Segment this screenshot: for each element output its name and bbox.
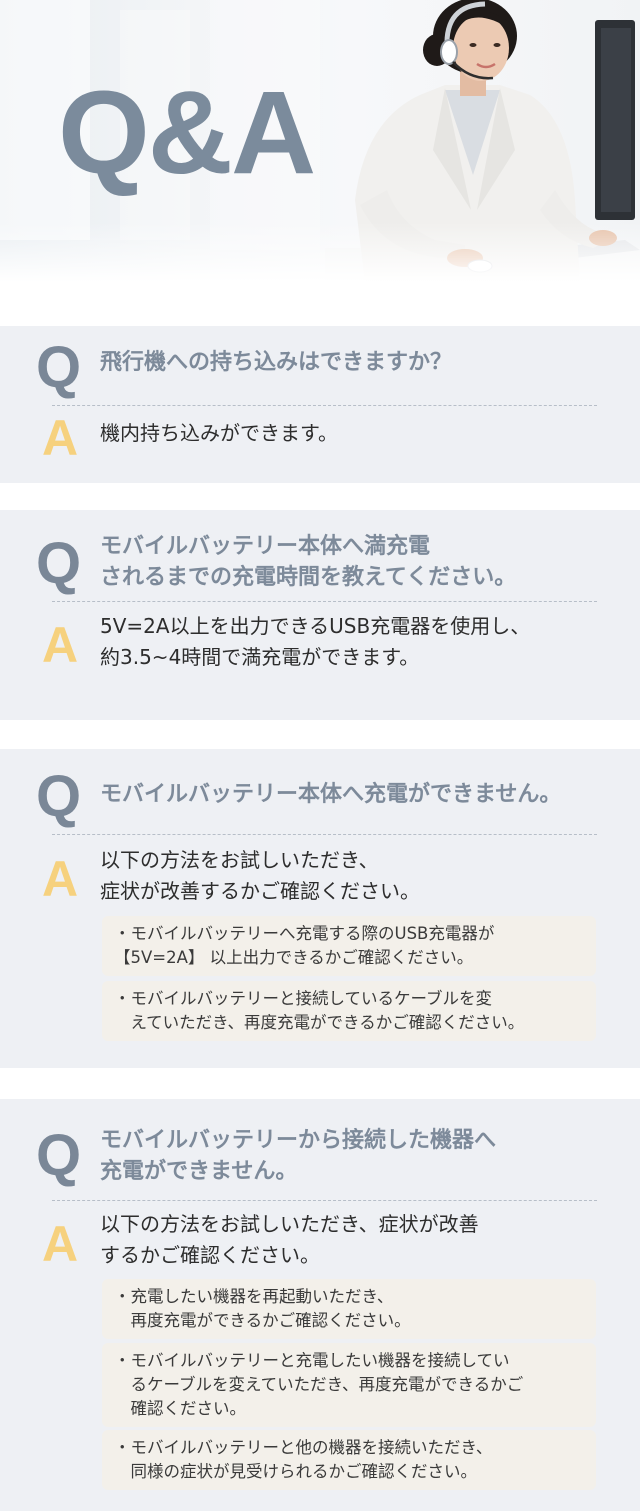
a-mark: A (42, 617, 79, 673)
answer-line: 機内持ち込みができます。 (100, 421, 338, 445)
note-box: ・モバイルバッテリーへ充電する際のUSB充電器が 【5V=2A】 以上出力できる… (102, 916, 596, 976)
note-box: ・モバイルバッテリーと接続しているケーブルを変 えていただき、再度充電ができるか… (102, 981, 596, 1041)
note-line: 【5V=2A】 以上出力できるかご確認ください。 (114, 948, 474, 967)
question-text: 飛行機への持ち込みはできますか？ (100, 347, 452, 378)
q-mark: Q (36, 764, 82, 829)
answer-text: 機内持ち込みができます。 (100, 418, 338, 449)
note-line: 再度充電ができるかご確認ください。 (114, 1311, 411, 1330)
question-line: モバイルバッテリーから接続した機器へ (100, 1128, 497, 1153)
answer-line: 以下の方法をお試しいただき、症状が改善 (100, 1212, 479, 1236)
a-mark: A (42, 1216, 79, 1272)
question-text: モバイルバッテリーから接続した機器へ 充電ができません。 (100, 1125, 496, 1187)
page-title: Q&A (58, 67, 316, 199)
note-line: ・モバイルバッテリーと接続しているケーブルを変 (114, 989, 493, 1008)
answer-text: 以下の方法をお試しいただき、 症状が改善するかご確認ください。 (100, 845, 420, 907)
question-line: モバイルバッテリー本体へ満充電 (100, 534, 431, 559)
q-mark: Q (36, 531, 82, 596)
a-mark: A (42, 410, 79, 466)
q-mark: Q (36, 1123, 82, 1188)
note-box: ・モバイルバッテリーと他の機器を接続いただき、 同様の症状が見受けられるかご確認… (102, 1430, 596, 1490)
faq-item: Q モバイルバッテリー本体へ満充電 されるまでの充電時間を教えてください。 A … (0, 510, 640, 720)
note-line: えていただき、再度充電ができるかご確認ください。 (114, 1013, 525, 1032)
question-line: されるまでの充電時間を教えてください。 (100, 565, 517, 590)
divider (52, 601, 597, 602)
faq-item: Q 飛行機への持ち込みはできますか？ A 機内持ち込みができます。 (0, 326, 640, 483)
hero-fade (0, 222, 640, 282)
note-line: るケーブルを変えていただき、再度充電ができるかご (114, 1375, 524, 1394)
note-box: ・充電したい機器を再起動いただき、 再度充電ができるかご確認ください。 (102, 1279, 596, 1339)
divider (52, 405, 597, 406)
hero-banner: Q&A (0, 0, 640, 282)
answer-line: 症状が改善するかご確認ください。 (100, 879, 420, 903)
question-text: モバイルバッテリー本体へ満充電 されるまでの充電時間を教えてください。 (100, 531, 516, 593)
divider (52, 834, 597, 835)
question-line: 飛行機への持ち込みはできますか？ (100, 350, 453, 375)
note-line: ・モバイルバッテリーと充電したい機器を接続してい (114, 1351, 510, 1370)
faq-item: Q モバイルバッテリーから接続した機器へ 充電ができません。 A 以下の方法をお… (0, 1099, 640, 1511)
question-text: モバイルバッテリー本体へ充電ができません。 (100, 779, 561, 810)
note-line: 確認ください。 (114, 1399, 247, 1418)
a-mark: A (42, 851, 79, 907)
answer-text: 以下の方法をお試しいただき、症状が改善 するかご確認ください。 (100, 1209, 479, 1271)
q-mark: Q (36, 335, 82, 400)
note-box: ・モバイルバッテリーと充電したい機器を接続してい るケーブルを変えていただき、再… (102, 1343, 596, 1427)
answer-line: 約3.5~4時間で満充電ができます。 (100, 645, 420, 669)
note-line: ・モバイルバッテリーと他の機器を接続いただき、 (114, 1438, 493, 1457)
question-line: 充電ができません。 (100, 1159, 298, 1184)
note-line: ・充電したい機器を再起動いただき、 (114, 1287, 394, 1306)
faq-item: Q モバイルバッテリー本体へ充電ができません。 A 以下の方法をお試しいただき、… (0, 749, 640, 1068)
answer-line: 以下の方法をお試しいただき、 (100, 848, 379, 872)
question-line: モバイルバッテリー本体へ充電ができません。 (100, 782, 562, 807)
answer-line: 5V=2A以上を出力できるUSB充電器を使用し、 (100, 614, 531, 638)
answer-line: するかご確認ください。 (100, 1243, 320, 1267)
divider (52, 1200, 597, 1201)
answer-text: 5V=2A以上を出力できるUSB充電器を使用し、 約3.5~4時間で満充電ができ… (100, 611, 530, 673)
note-line: ・モバイルバッテリーへ充電する際のUSB充電器が (114, 924, 495, 943)
note-line: 同様の症状が見受けられるかご確認ください。 (114, 1462, 478, 1481)
